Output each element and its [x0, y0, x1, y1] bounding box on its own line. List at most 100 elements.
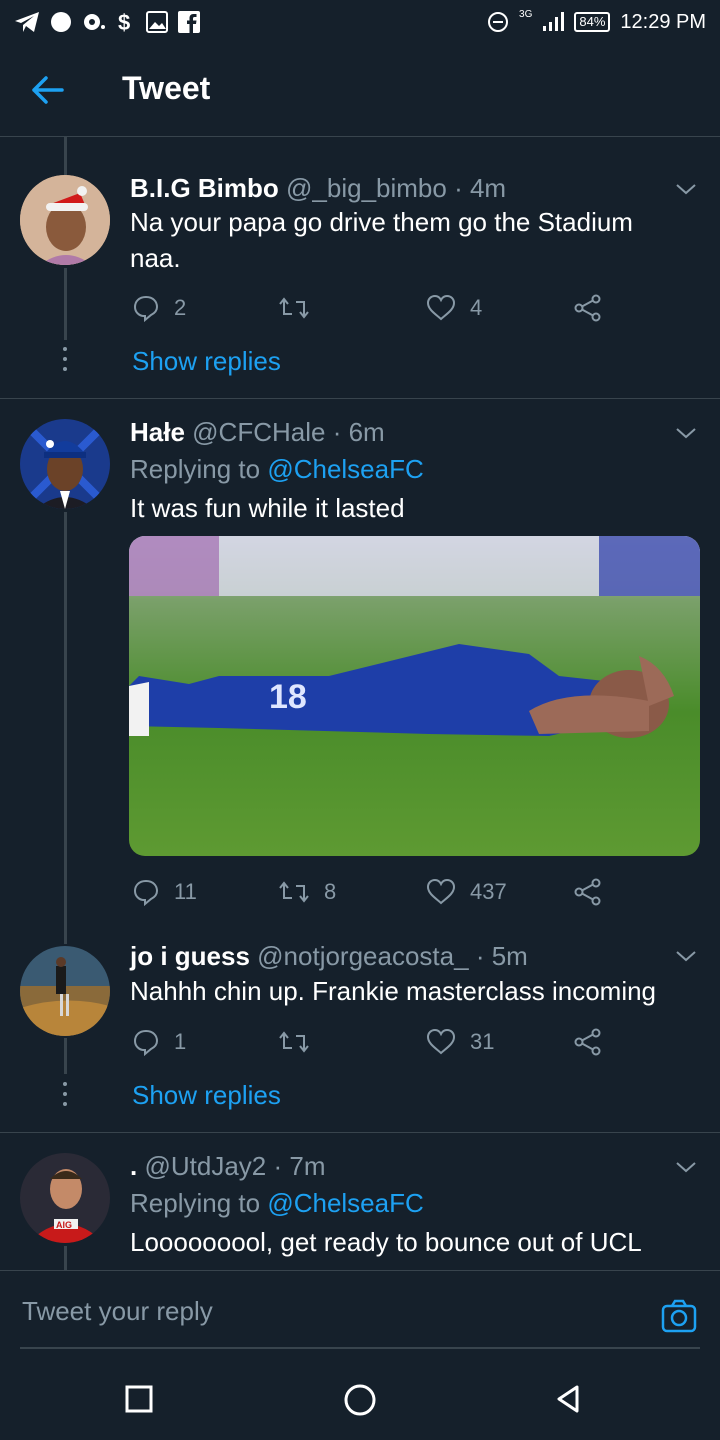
recent-apps-icon[interactable] [124, 1384, 154, 1414]
comment-icon [133, 1029, 159, 1056]
display-name[interactable]: Hałe [130, 417, 185, 447]
heart-icon [426, 1028, 456, 1055]
retweet-icon [279, 881, 309, 903]
retweet-icon [279, 297, 309, 319]
reply-button[interactable]: 2 [132, 292, 186, 324]
retweet-button[interactable]: 8 [278, 876, 336, 908]
replying-to-line: Replying to @ChelseaFC [130, 1188, 424, 1219]
timestamp: · 6m [332, 417, 385, 447]
avatar[interactable] [20, 946, 110, 1036]
replying-to-label: Replying to [130, 1188, 261, 1218]
reply-button[interactable]: 11 [132, 876, 197, 908]
replying-to-line: Replying to @ChelseaFC [130, 454, 424, 485]
chat-app-icon [84, 14, 105, 30]
svg-text:18: 18 [269, 678, 307, 716]
share-icon [574, 1028, 601, 1056]
avatar-image [20, 175, 110, 265]
reply-count: 1 [174, 1029, 187, 1054]
chevron-down-icon[interactable] [674, 421, 698, 445]
reply-count: 11 [174, 879, 197, 904]
back-nav-icon[interactable] [553, 1384, 583, 1414]
user-handle[interactable]: @CFCHale [192, 417, 325, 447]
timestamp: · 5m [475, 941, 528, 971]
notification-icons: $ [14, 8, 200, 36]
tweet-text: Looooooool, get ready to bounce out of U… [130, 1227, 642, 1257]
user-handle[interactable]: @_big_bimbo [286, 173, 447, 203]
show-replies-link[interactable]: Show replies [132, 1080, 281, 1111]
chevron-down-icon[interactable] [674, 1155, 698, 1179]
share-icon [574, 294, 601, 322]
svg-text:$: $ [118, 10, 130, 34]
avatar-image: AIG [20, 1153, 110, 1243]
system-icons: 3G 84% 12:29 PM [487, 8, 706, 36]
tweet[interactable]: jo i guess @notjorgeacosta_ · 5m Nahhh c… [0, 940, 720, 1132]
back-arrow-icon[interactable] [28, 72, 68, 108]
tweet-text: It was fun while it lasted [130, 493, 405, 523]
retweet-count: 8 [324, 879, 337, 904]
retweet-button[interactable] [278, 1026, 310, 1058]
like-button[interactable]: 437 [426, 876, 507, 908]
home-icon[interactable] [343, 1383, 377, 1417]
battery-indicator: 84% [574, 12, 611, 32]
share-button[interactable] [574, 1026, 602, 1058]
circle-app-icon [51, 12, 71, 32]
tweet-header: B.I.G Bimbo @_big_bimbo · 4m [130, 173, 506, 204]
input-underline [20, 1347, 700, 1349]
thread-dots [63, 1082, 67, 1106]
media-image: 18 [129, 536, 700, 856]
system-nav-bar [0, 1350, 720, 1440]
money-app-icon: $ [118, 10, 130, 34]
tweet-header: Hałe @CFCHale · 6m [130, 417, 385, 448]
display-name[interactable]: . [130, 1151, 137, 1181]
avatar-image [20, 419, 110, 509]
share-icon [574, 878, 601, 906]
tweet-text: Nahhh chin up. Frankie masterclass incom… [130, 976, 657, 1006]
heart-icon [426, 878, 456, 905]
avatar-image [20, 946, 110, 1036]
mention-link[interactable]: @ChelseaFC [267, 1188, 423, 1218]
timestamp: · 7m [273, 1151, 326, 1181]
tweet[interactable]: B.I.G Bimbo @_big_bimbo · 4m Na your pap… [0, 137, 720, 397]
like-count: 437 [470, 879, 507, 904]
tweet[interactable]: Hałe @CFCHale · 6m Replying to @ChelseaF… [0, 399, 720, 939]
like-count: 4 [470, 295, 483, 320]
user-handle[interactable]: @notjorgeacosta_ [257, 941, 468, 971]
reply-input[interactable] [20, 1285, 644, 1337]
svg-text:AIG: AIG [56, 1220, 72, 1230]
reply-compose-bar [0, 1270, 720, 1351]
tweet[interactable]: AIG . @UtdJay2 · 7m Replying to @Chelsea… [0, 1133, 720, 1270]
reply-count: 2 [174, 295, 187, 320]
chevron-down-icon[interactable] [674, 944, 698, 968]
network-type: 3G [519, 8, 533, 20]
thread-dots [63, 347, 67, 371]
tweet-media[interactable]: 18 [129, 536, 700, 856]
tweet-header: jo i guess @notjorgeacosta_ · 5m [130, 941, 528, 972]
replying-to-label: Replying to [130, 454, 261, 484]
retweet-button[interactable] [278, 292, 310, 324]
app-header: Tweet [0, 44, 720, 137]
camera-icon[interactable] [661, 1299, 697, 1333]
avatar[interactable] [20, 175, 110, 265]
show-replies-link[interactable]: Show replies [132, 346, 281, 377]
comment-icon [133, 295, 159, 322]
chevron-down-icon[interactable] [674, 177, 698, 201]
retweet-icon [279, 1031, 309, 1053]
avatar[interactable] [20, 419, 110, 509]
user-handle[interactable]: @UtdJay2 [144, 1151, 266, 1181]
telegram-icon [15, 12, 39, 32]
reply-button[interactable]: 1 [132, 1026, 186, 1058]
heart-icon [426, 294, 456, 321]
facebook-icon [178, 11, 200, 33]
share-button[interactable] [574, 876, 602, 908]
mention-link[interactable]: @ChelseaFC [267, 454, 423, 484]
status-bar: $ 3G 84% 12:29 PM [0, 0, 720, 44]
share-button[interactable] [574, 292, 602, 324]
do-not-disturb-icon [488, 12, 509, 32]
like-button[interactable]: 31 [426, 1026, 494, 1058]
gallery-icon [146, 11, 168, 33]
display-name[interactable]: B.I.G Bimbo [130, 173, 279, 203]
like-button[interactable]: 4 [426, 292, 482, 324]
like-count: 31 [470, 1029, 495, 1054]
avatar[interactable]: AIG [20, 1153, 110, 1243]
display-name[interactable]: jo i guess [130, 941, 250, 971]
